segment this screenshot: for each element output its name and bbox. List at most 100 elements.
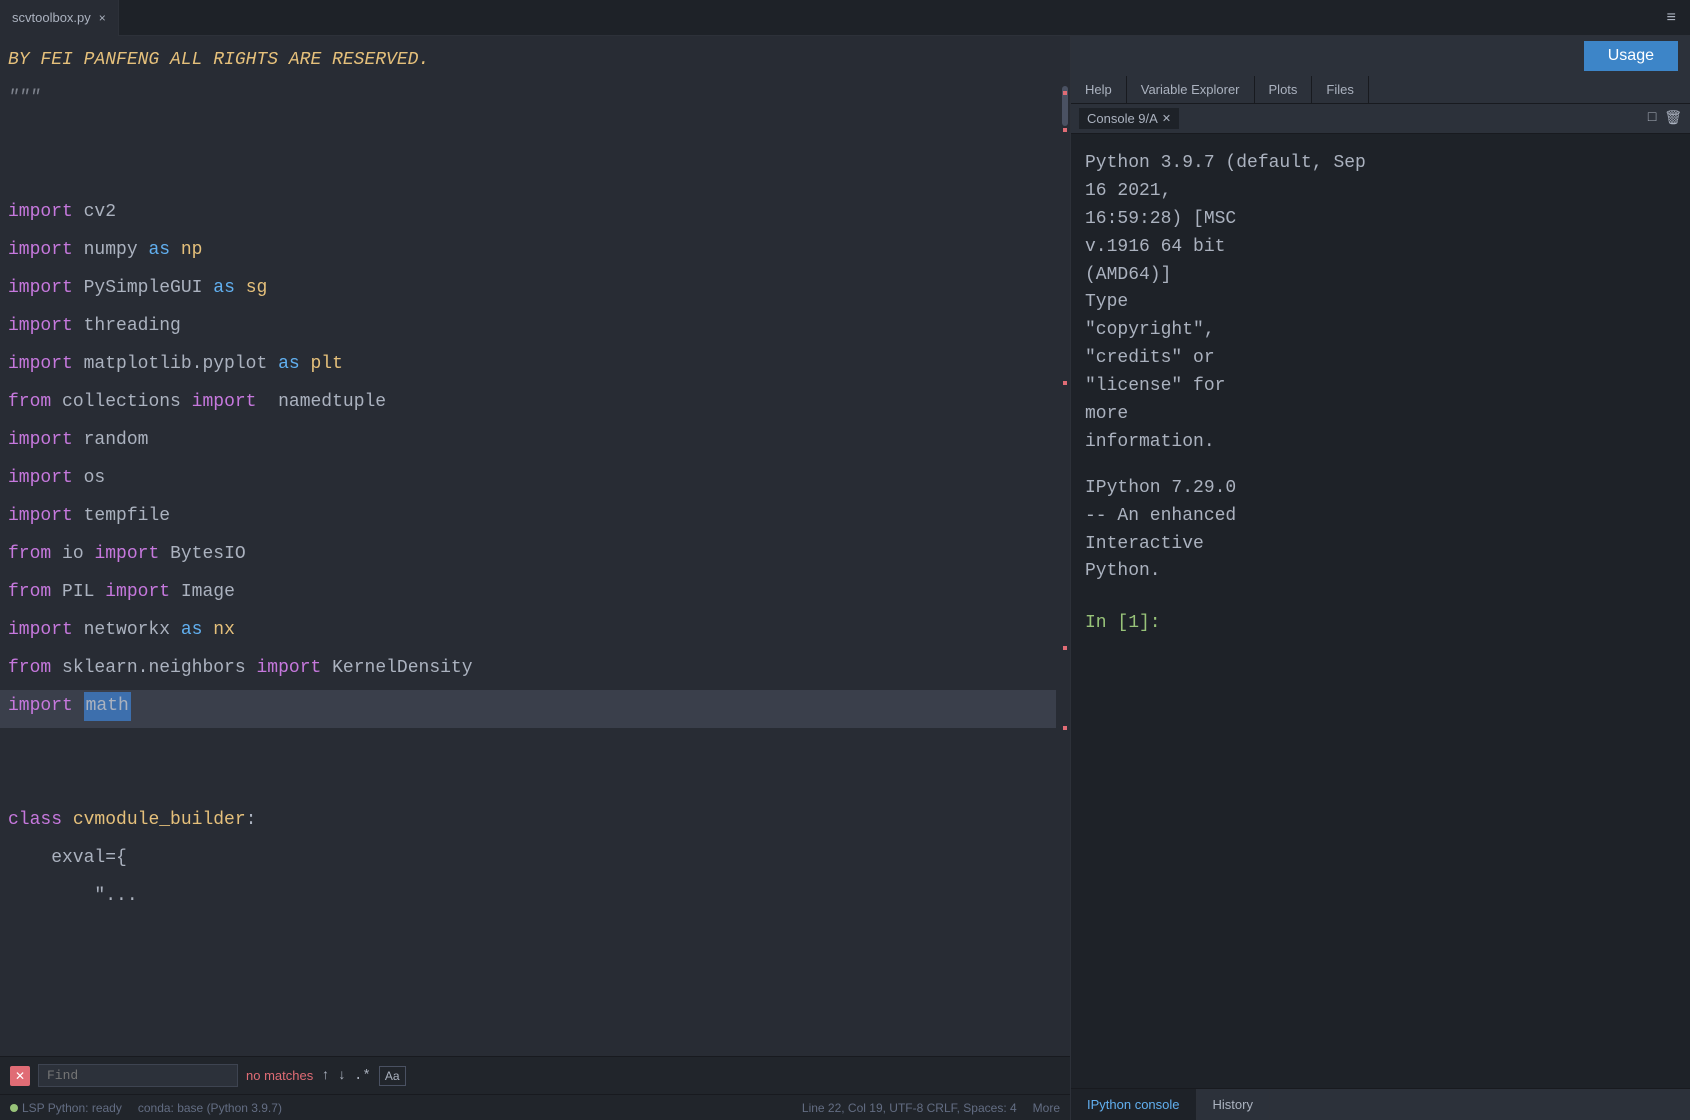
rp-tab-files[interactable]: Files (1312, 76, 1368, 103)
right-panel: Usage HelpVariable ExplorerPlotsFiles Co… (1070, 36, 1690, 1120)
scrollbar-marker (1063, 91, 1067, 95)
prompt-label: In [1]: (1085, 613, 1161, 633)
code-token: math (84, 692, 131, 721)
code-token: io (62, 540, 84, 569)
code-token: collections (62, 388, 181, 417)
file-tab[interactable]: scvtoolbox.py × (0, 0, 119, 36)
main-layout: BY FEI PANFENG ALL RIGHTS ARE RESERVED."… (0, 36, 1690, 1120)
scrollbar-marker (1063, 726, 1067, 730)
code-token (170, 236, 181, 265)
status-conda: conda: base (Python 3.9.7) (138, 1101, 282, 1115)
scrollbar-marker (1063, 381, 1067, 385)
rp-tab-plots[interactable]: Plots (1255, 76, 1313, 103)
table-row: import math (0, 690, 1056, 728)
code-token: os (84, 464, 106, 493)
code-token: sklearn.neighbors (62, 654, 246, 683)
code-token (84, 540, 95, 569)
search-select-all-icon[interactable]: .* (354, 1068, 371, 1084)
code-token: import (192, 388, 257, 417)
code-token: nx (213, 616, 235, 645)
table-row: import threading (0, 310, 1056, 348)
code-token: random (84, 426, 149, 455)
conda-label: conda: base (Python 3.9.7) (138, 1101, 282, 1115)
rp-tab-variable-explorer[interactable]: Variable Explorer (1127, 76, 1255, 103)
code-body: BY FEI PANFENG ALL RIGHTS ARE RESERVED."… (0, 36, 1056, 1056)
code-token (51, 388, 62, 417)
bottom-tab-ipython-console[interactable]: IPython console (1071, 1089, 1197, 1120)
code-token (73, 236, 84, 265)
code-token (73, 198, 84, 227)
code-token (73, 464, 84, 493)
editor-content: BY FEI PANFENG ALL RIGHTS ARE RESERVED."… (0, 36, 1070, 1056)
code-token (94, 578, 105, 607)
code-token: ... (105, 882, 137, 911)
tab-filename: scvtoolbox.py (12, 10, 91, 25)
code-token: from (8, 388, 51, 417)
table-row: import random (0, 424, 1056, 462)
code-token: import (8, 236, 73, 265)
code-token: : (246, 806, 257, 835)
code-token (138, 236, 149, 265)
table-row (0, 766, 1056, 804)
menu-icon[interactable]: ≡ (1652, 9, 1690, 27)
code-token (73, 426, 84, 455)
code-token: Image (181, 578, 235, 607)
close-search-button[interactable]: ✕ (10, 1066, 30, 1086)
code-token: namedtuple (278, 388, 386, 417)
lsp-label: LSP Python: ready (22, 1101, 122, 1115)
console-tab[interactable]: Console 9/A ✕ (1079, 108, 1179, 129)
table-row: import tempfile (0, 500, 1056, 538)
search-bar: ✕ no matches ↑ ↓ .* Aa (0, 1056, 1070, 1094)
more-label[interactable]: More (1033, 1101, 1060, 1115)
ipython-info-text: IPython 7.29.0 -- An enhanced Interactiv… (1085, 475, 1676, 587)
code-token (62, 806, 73, 835)
code-token: as (213, 274, 235, 303)
code-token: exval={ (8, 844, 127, 873)
code-token: import (8, 274, 73, 303)
code-token: KernelDensity (332, 654, 472, 683)
search-input[interactable] (38, 1064, 238, 1087)
table-row: import os (0, 462, 1056, 500)
match-case-button[interactable]: Aa (379, 1066, 406, 1086)
bottom-tab-history[interactable]: History (1197, 1089, 1270, 1120)
code-token: from (8, 654, 51, 683)
usage-button[interactable]: Usage (1584, 41, 1678, 71)
scrollbar-marker (1063, 646, 1067, 650)
code-token (73, 274, 84, 303)
table-row: class cvmodule_builder: (0, 804, 1056, 842)
code-token (73, 616, 84, 645)
status-lsp: LSP Python: ready (10, 1101, 122, 1115)
trash-icon[interactable]: 🗑 (1664, 110, 1682, 127)
search-up-icon[interactable]: ↑ (321, 1068, 329, 1084)
code-token: PySimpleGUI (84, 274, 203, 303)
code-token: from (8, 578, 51, 607)
code-token (73, 502, 84, 531)
code-token: import (8, 350, 73, 379)
code-token (73, 350, 84, 379)
code-token: as (278, 350, 300, 379)
code-token (159, 540, 170, 569)
status-line-col: Line 22, Col 19, UTF-8 CRLF, Spaces: 4 (802, 1101, 1017, 1115)
code-token: import (8, 312, 73, 341)
code-token (321, 654, 332, 683)
code-token: numpy (84, 236, 138, 265)
scrollbar[interactable] (1056, 36, 1070, 1056)
table-row: BY FEI PANFENG ALL RIGHTS ARE RESERVED. (0, 44, 1056, 82)
table-row (0, 728, 1056, 766)
code-token: from (8, 540, 51, 569)
table-row: from PIL import Image (0, 576, 1056, 614)
bottom-tab-bar: IPython consoleHistory (1071, 1088, 1690, 1120)
code-token (181, 388, 192, 417)
search-down-icon[interactable]: ↓ (338, 1068, 346, 1084)
rp-tab-help[interactable]: Help (1071, 76, 1127, 103)
restore-icon[interactable]: □ (1648, 110, 1656, 127)
table-row: import numpy as np (0, 234, 1056, 272)
code-token: import (8, 502, 73, 531)
console-close-icon[interactable]: ✕ (1162, 112, 1171, 125)
code-token: import (8, 464, 73, 493)
code-token: cv2 (84, 198, 116, 227)
table-row (0, 158, 1056, 196)
code-token (256, 388, 278, 417)
tab-close-button[interactable]: × (99, 11, 106, 25)
code-token (235, 274, 246, 303)
